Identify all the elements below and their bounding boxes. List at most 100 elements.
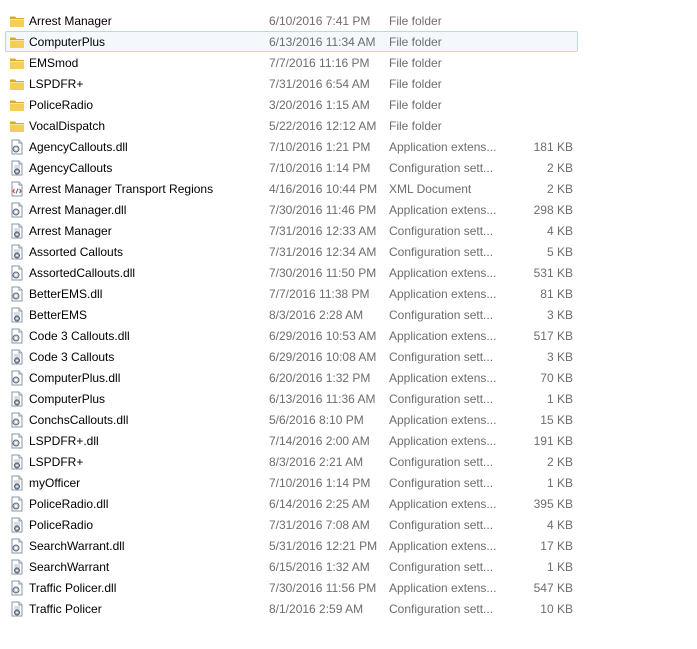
- file-row[interactable]: VocalDispatch 5/22/2016 12:12 AM File fold…: [5, 115, 578, 136]
- file-date-modified: 8/3/2016 2:28 AM: [269, 308, 364, 322]
- file-type: Configuration sett...: [389, 602, 494, 616]
- file-name: AgencyCallouts.dll: [29, 140, 128, 154]
- file-date-modified: 6/13/2016 11:36 AM: [269, 392, 376, 406]
- file-type: Configuration sett...: [389, 350, 494, 364]
- file-row[interactable]: Arrest Manager Transport Regions 4/16/201…: [5, 178, 578, 199]
- file-type: Configuration sett...: [389, 392, 494, 406]
- file-size: 181 KB: [533, 140, 573, 154]
- file-size: 70 KB: [540, 371, 573, 385]
- file-date-modified: 7/10/2016 1:14 PM: [269, 476, 371, 490]
- file-row[interactable]: PoliceRadio 3/20/2016 1:15 AM File folder: [5, 94, 578, 115]
- config-file-icon: [9, 559, 25, 575]
- file-name: BetterEMS.dll: [29, 287, 103, 301]
- file-type: File folder: [389, 77, 442, 91]
- file-type: Configuration sett...: [389, 455, 494, 469]
- file-size: 4 KB: [546, 518, 573, 532]
- file-date-modified: 6/20/2016 1:32 PM: [269, 371, 371, 385]
- file-type: Configuration sett...: [389, 476, 494, 490]
- dll-file-icon: [9, 370, 25, 386]
- file-size: 2 KB: [546, 455, 573, 469]
- file-name: PoliceRadio: [29, 518, 94, 532]
- file-type: Application extens...: [389, 539, 497, 553]
- file-type: Application extens...: [389, 287, 497, 301]
- file-name: myOfficer: [29, 476, 81, 490]
- file-row[interactable]: Code 3 Callouts.dll 6/29/2016 10:53 AM App…: [5, 325, 578, 346]
- config-file-icon: [9, 475, 25, 491]
- file-row[interactable]: SearchWarrant 6/15/2016 1:32 AM Configurat…: [5, 556, 578, 577]
- file-type: Configuration sett...: [389, 245, 494, 259]
- file-type: File folder: [389, 14, 442, 28]
- file-type: Configuration sett...: [389, 308, 494, 322]
- file-row[interactable]: Traffic Policer.dll 7/30/2016 11:56 PM App…: [5, 577, 578, 598]
- file-name: Arrest Manager Transport Regions: [29, 182, 214, 196]
- dll-file-icon: [9, 412, 25, 428]
- file-row[interactable]: LSPDFR+ 7/31/2016 6:54 AM File folder: [5, 73, 578, 94]
- config-file-icon: [9, 160, 25, 176]
- folder-icon: [9, 76, 25, 92]
- folder-icon: [9, 55, 25, 71]
- file-row[interactable]: PoliceRadio.dll 6/14/2016 2:25 AM Applicat…: [5, 493, 578, 514]
- file-row[interactable]: ConchsCallouts.dll 5/6/2016 8:10 PM Applic…: [5, 409, 578, 430]
- file-type: File folder: [389, 56, 442, 70]
- xml-file-icon: [9, 181, 25, 197]
- file-size: 531 KB: [533, 266, 573, 280]
- file-size: 1 KB: [546, 476, 573, 490]
- file-row[interactable]: BetterEMS.dll 7/7/2016 11:38 PM Applicatio…: [5, 283, 578, 304]
- file-row[interactable]: Arrest Manager 7/31/2016 12:33 AM Configur…: [5, 220, 578, 241]
- file-date-modified: 7/10/2016 1:21 PM: [269, 140, 371, 154]
- file-row[interactable]: Assorted Callouts 7/31/2016 12:34 AM Confi…: [5, 241, 578, 262]
- file-name: ComputerPlus: [29, 392, 106, 406]
- file-row[interactable]: ComputerPlus 6/13/2016 11:36 AM Configurat…: [5, 388, 578, 409]
- file-name: Code 3 Callouts.dll: [29, 329, 130, 343]
- file-type: File folder: [389, 35, 442, 49]
- file-type: Application extens...: [389, 434, 497, 448]
- file-row[interactable]: AssortedCallouts.dll 7/30/2016 11:50 PM Ap…: [5, 262, 578, 283]
- file-row[interactable]: ComputerPlus 6/13/2016 11:34 AM File folde…: [5, 31, 578, 52]
- file-row[interactable]: SearchWarrant.dll 5/31/2016 12:21 PM Appli…: [5, 535, 578, 556]
- file-row[interactable]: Arrest Manager 6/10/2016 7:41 PM File fold…: [5, 10, 578, 31]
- file-type: Application extens...: [389, 329, 497, 343]
- file-name: SearchWarrant.dll: [29, 539, 125, 553]
- dll-file-icon: [9, 538, 25, 554]
- file-row[interactable]: EMSmod 7/7/2016 11:16 PM File folder: [5, 52, 578, 73]
- file-type: Configuration sett...: [389, 224, 494, 238]
- file-row[interactable]: PoliceRadio 7/31/2016 7:08 AM Configuratio…: [5, 514, 578, 535]
- file-name: LSPDFR+: [29, 455, 84, 469]
- dll-file-icon: [9, 202, 25, 218]
- file-row[interactable]: LSPDFR+ 8/3/2016 2:21 AM Configuration set…: [5, 451, 578, 472]
- file-row[interactable]: Arrest Manager.dll 7/30/2016 11:46 PM Appl…: [5, 199, 578, 220]
- folder-icon: [9, 34, 25, 50]
- config-file-icon: [9, 517, 25, 533]
- file-date-modified: 7/10/2016 1:14 PM: [269, 161, 371, 175]
- folder-icon: [9, 13, 25, 29]
- file-date-modified: 6/13/2016 11:34 AM: [269, 35, 376, 49]
- file-date-modified: 6/14/2016 2:25 AM: [269, 497, 370, 511]
- file-row[interactable]: Code 3 Callouts 6/29/2016 10:08 AM Configu…: [5, 346, 578, 367]
- dll-file-icon: [9, 433, 25, 449]
- file-row[interactable]: ComputerPlus.dll 6/20/2016 1:32 PM Applica…: [5, 367, 578, 388]
- config-file-icon: [9, 223, 25, 239]
- dll-file-icon: [9, 328, 25, 344]
- file-date-modified: 4/16/2016 10:44 PM: [269, 182, 378, 196]
- file-row[interactable]: Traffic Policer 8/1/2016 2:59 AM Configura…: [5, 598, 578, 619]
- file-date-modified: 7/30/2016 11:50 PM: [269, 266, 377, 280]
- file-date-modified: 6/15/2016 1:32 AM: [269, 560, 370, 574]
- file-row[interactable]: AgencyCallouts.dll 7/10/2016 1:21 PM Appli…: [5, 136, 578, 157]
- file-type: Application extens...: [389, 203, 497, 217]
- file-name: VocalDispatch: [29, 119, 106, 133]
- file-size: 3 KB: [546, 308, 573, 322]
- file-type: Configuration sett...: [389, 518, 494, 532]
- file-date-modified: 3/20/2016 1:15 AM: [269, 98, 370, 112]
- file-size: 191 KB: [533, 434, 573, 448]
- file-name: Assorted Callouts: [29, 245, 124, 259]
- file-row[interactable]: AgencyCallouts 7/10/2016 1:14 PM Configura…: [5, 157, 578, 178]
- file-row[interactable]: myOfficer 7/10/2016 1:14 PM Configuration …: [5, 472, 578, 493]
- file-date-modified: 7/31/2016 6:54 AM: [269, 77, 370, 91]
- file-size: 4 KB: [546, 224, 573, 238]
- file-row[interactable]: LSPDFR+.dll 7/14/2016 2:00 AM Application …: [5, 430, 578, 451]
- file-name: Code 3 Callouts: [29, 350, 115, 364]
- file-size: 17 KB: [540, 539, 573, 553]
- config-file-icon: [9, 391, 25, 407]
- file-type: Application extens...: [389, 140, 497, 154]
- file-row[interactable]: BetterEMS 8/3/2016 2:28 AM Configuration s…: [5, 304, 578, 325]
